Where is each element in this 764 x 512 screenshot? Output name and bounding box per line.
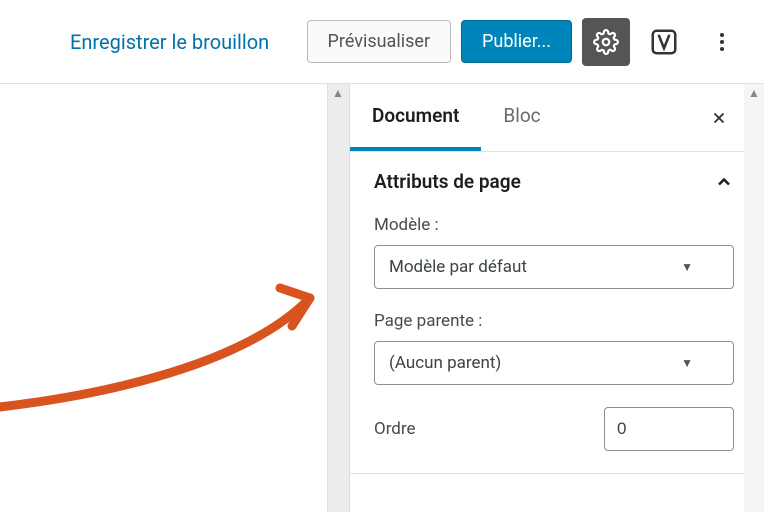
template-label: Modèle : xyxy=(374,215,734,235)
panel-title: Attributs de page xyxy=(374,170,521,193)
canvas-scrollbar[interactable]: ▲ xyxy=(327,84,349,512)
preview-button[interactable]: Prévisualiser xyxy=(307,20,452,63)
order-input[interactable] xyxy=(604,407,734,451)
parent-field: Page parente : (Aucun parent) ▼ xyxy=(374,311,734,385)
more-vertical-icon xyxy=(710,30,734,54)
parent-label: Page parente : xyxy=(374,311,734,331)
sidebar-scrollbar[interactable]: ▲ xyxy=(744,84,764,512)
editor-canvas: ▲ xyxy=(0,84,349,512)
publish-button[interactable]: Publier... xyxy=(461,20,572,63)
order-label: Ordre xyxy=(374,419,416,439)
close-sidebar-button[interactable] xyxy=(704,89,734,147)
chevron-up-icon xyxy=(714,172,734,192)
sidebar-tabs: Document Bloc xyxy=(350,84,764,152)
more-options-button[interactable] xyxy=(698,18,746,66)
template-select[interactable]: Modèle par défaut ▼ xyxy=(374,245,734,289)
yoast-icon xyxy=(649,27,679,57)
parent-select-value: (Aucun parent) xyxy=(389,353,501,373)
chevron-down-icon: ▼ xyxy=(681,260,693,274)
close-icon xyxy=(710,109,728,127)
tab-bloc[interactable]: Bloc xyxy=(481,84,562,151)
template-select-value: Modèle par défaut xyxy=(389,257,527,277)
template-field: Modèle : Modèle par défaut ▼ xyxy=(374,215,734,289)
tab-document[interactable]: Document xyxy=(350,84,481,151)
parent-select[interactable]: (Aucun parent) ▼ xyxy=(374,341,734,385)
panel-toggle[interactable]: Attributs de page xyxy=(374,170,734,193)
gear-icon xyxy=(593,29,619,55)
save-draft-link[interactable]: Enregistrer le brouillon xyxy=(70,30,269,54)
editor-toolbar: Enregistrer le brouillon Prévisualiser P… xyxy=(0,0,764,84)
scroll-up-icon: ▲ xyxy=(746,86,762,100)
order-field: Ordre xyxy=(374,407,734,451)
settings-sidebar: ▲ Document Bloc Attributs de page xyxy=(349,84,764,512)
editor-main: ▲ ▲ Document Bloc Attributs de page xyxy=(0,84,764,512)
yoast-button[interactable] xyxy=(640,18,688,66)
panel-body: Modèle : Modèle par défaut ▼ Page parent… xyxy=(374,193,734,451)
settings-button[interactable] xyxy=(582,18,630,66)
scroll-up-icon: ▲ xyxy=(329,86,347,100)
page-attributes-panel: Attributs de page Modèle : Modèle par dé… xyxy=(350,152,764,474)
chevron-down-icon: ▼ xyxy=(681,356,693,370)
